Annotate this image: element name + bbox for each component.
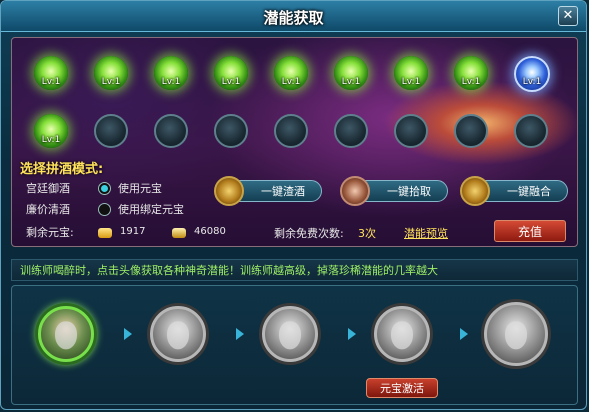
arrow-right-icon (236, 328, 244, 340)
face-icon (167, 321, 189, 350)
potential-window: 潜能获取 ✕ Lv:1 Lv:1 Lv:1 Lv:1 Lv:1 Lv:1 Lv:1 Lv:1 L… (0, 0, 587, 410)
potential-orb[interactable]: Lv:1 (214, 56, 248, 90)
face-icon (505, 321, 527, 350)
wine-jar-icon (214, 176, 244, 206)
radio-use-yuanbao[interactable] (98, 182, 111, 195)
potential-orb[interactable]: Lv:1 (34, 56, 68, 90)
empty-potential-slot[interactable] (274, 114, 308, 148)
trainer-portrait-3[interactable] (262, 306, 318, 362)
orb-level-label: Lv:1 (161, 77, 181, 87)
radio-label: 使用绑定元宝 (118, 203, 184, 216)
yuanbao-activate-button[interactable]: 元宝激活 (366, 378, 438, 398)
empty-potential-slot[interactable] (334, 114, 368, 148)
orb-level-label: Lv:1 (522, 77, 542, 87)
yuanbao-icon (98, 228, 112, 238)
orb-level-label: Lv:1 (101, 77, 121, 87)
orb-level-label: Lv:1 (281, 77, 301, 87)
close-icon[interactable]: ✕ (558, 6, 578, 26)
button-label: 一键拾取 (387, 185, 431, 198)
trainer-portrait-4[interactable] (374, 306, 430, 362)
button-label: 一键渣酒 (261, 185, 305, 198)
potential-orb[interactable]: Lv:1 (154, 56, 188, 90)
face-icon (391, 321, 413, 350)
empty-potential-slot[interactable] (94, 114, 128, 148)
window-title: 潜能获取 (263, 9, 324, 27)
face-icon (55, 321, 77, 350)
arrow-right-icon (124, 328, 132, 340)
trainer-panel: 元宝激活 (11, 285, 578, 405)
info-bar: 训练师喝醉时，点击头像获取各种神奇潜能！训练师越高级，掉落珍稀潜能的几率越大 (11, 259, 578, 281)
empty-potential-slot[interactable] (214, 114, 248, 148)
trainer-portrait-5[interactable] (484, 302, 548, 366)
empty-potential-slot[interactable] (514, 114, 548, 148)
potential-preview-link[interactable]: 潜能预览 (404, 225, 448, 241)
potential-orb[interactable]: Lv:1 (394, 56, 428, 90)
currency-label: 剩余元宝: (26, 226, 74, 239)
mode-title: 选择拼酒模式: (20, 162, 104, 177)
potential-orb[interactable]: Lv:1 (454, 56, 488, 90)
arrow-right-icon (348, 328, 356, 340)
potential-orb[interactable]: Lv:1 (94, 56, 128, 90)
bound-yuanbao-icon (172, 228, 186, 238)
recharge-button[interactable]: 充值 (494, 220, 566, 242)
face-icon (279, 321, 301, 350)
orb-level-label: Lv:1 (461, 77, 481, 87)
trainer-portrait-2[interactable] (150, 306, 206, 362)
orb-level-label: Lv:1 (401, 77, 421, 87)
hand-icon (340, 176, 370, 206)
potential-orb[interactable]: Lv:1 (34, 114, 68, 148)
radio-use-bound-yuanbao[interactable] (98, 203, 111, 216)
potential-orb[interactable]: Lv:1 (514, 56, 550, 92)
arrow-right-icon (460, 328, 468, 340)
cauldron-icon (460, 176, 490, 206)
free-times-label: 剩余免费次数: (274, 227, 344, 240)
trainer-portrait-1[interactable] (38, 306, 94, 362)
orb-level-label: Lv:1 (41, 135, 61, 145)
wine-panel: Lv:1 Lv:1 Lv:1 Lv:1 Lv:1 Lv:1 Lv:1 Lv:1 Lv:1 Lv:… (11, 37, 578, 247)
potential-orb[interactable]: Lv:1 (334, 56, 368, 90)
yuanbao-amount: 1917 (120, 226, 146, 237)
orb-level-label: Lv:1 (41, 77, 61, 87)
mode-option-name: 廉价清酒 (26, 203, 70, 216)
button-label: 一键融合 (507, 185, 551, 198)
bound-yuanbao-amount: 46080 (194, 226, 226, 237)
empty-potential-slot[interactable] (394, 114, 428, 148)
radio-label: 使用元宝 (118, 182, 162, 195)
empty-potential-slot[interactable] (454, 114, 488, 148)
orb-level-label: Lv:1 (341, 77, 361, 87)
mode-option-name: 宫廷御酒 (26, 182, 70, 195)
potential-orb[interactable]: Lv:1 (274, 56, 308, 90)
empty-potential-slot[interactable] (154, 114, 188, 148)
orb-level-label: Lv:1 (221, 77, 241, 87)
free-times-value: 3次 (358, 227, 376, 240)
title-bar: 潜能获取 ✕ (1, 1, 586, 32)
